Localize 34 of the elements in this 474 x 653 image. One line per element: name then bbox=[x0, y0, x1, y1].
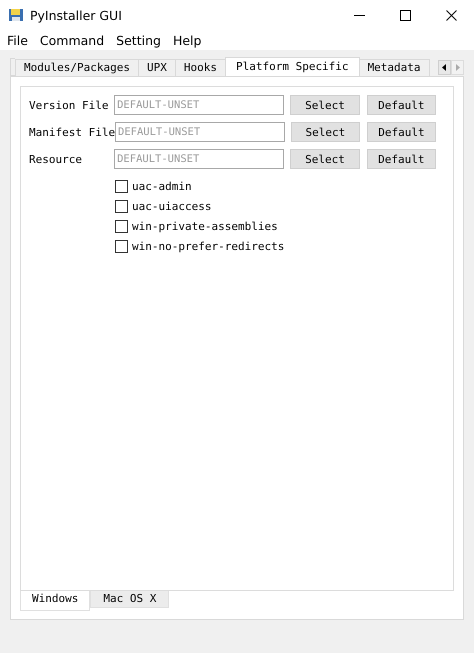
path-field[interactable]: DEFAULT-UNSET bbox=[115, 122, 285, 142]
checkbox-label: uac-admin bbox=[132, 180, 192, 192]
file-button[interactable]: Select bbox=[290, 122, 360, 142]
close-icon[interactable] bbox=[446, 10, 456, 20]
file-button[interactable]: Select bbox=[290, 149, 360, 169]
platform-tab[interactable]: Windows bbox=[20, 591, 90, 611]
path-field[interactable]: DEFAULT-UNSET bbox=[114, 95, 284, 115]
field-label: Manifest File bbox=[29, 126, 115, 138]
app-icon bbox=[8, 7, 24, 23]
menu-item[interactable]: File bbox=[1, 32, 34, 48]
checkbox-label: uac-uiaccess bbox=[132, 200, 212, 212]
checkbox[interactable] bbox=[115, 220, 128, 232]
tab[interactable]: Platform Specific bbox=[224, 57, 360, 76]
checkbox-label: win-no-prefer-redirects bbox=[132, 240, 284, 252]
maximize-icon[interactable] bbox=[400, 10, 410, 20]
checkbox[interactable] bbox=[115, 180, 128, 192]
platform-tab[interactable]: Mac OS X bbox=[90, 591, 170, 608]
path-field[interactable]: DEFAULT-UNSET bbox=[114, 149, 284, 169]
menu-item[interactable]: Help bbox=[166, 32, 208, 48]
scroll-left-icon[interactable] bbox=[438, 60, 451, 75]
menu-item[interactable]: Setting bbox=[110, 32, 167, 48]
file-button[interactable]: Default bbox=[366, 149, 436, 169]
menu-item[interactable]: Command bbox=[34, 32, 110, 48]
file-button[interactable]: Default bbox=[366, 95, 436, 115]
checkbox[interactable] bbox=[115, 240, 128, 252]
tab[interactable]: Modules/Packages bbox=[15, 59, 139, 76]
window-title: PyInstaller GUI bbox=[30, 8, 123, 22]
tab[interactable]: Metadata bbox=[358, 59, 430, 76]
checkbox[interactable] bbox=[115, 200, 128, 212]
file-button[interactable]: Select bbox=[290, 95, 360, 115]
file-button[interactable]: Default bbox=[366, 122, 436, 142]
field-label: Resource bbox=[29, 152, 83, 166]
field-label: Version File bbox=[29, 98, 110, 112]
checkbox-label: win-private-assemblies bbox=[132, 220, 278, 232]
